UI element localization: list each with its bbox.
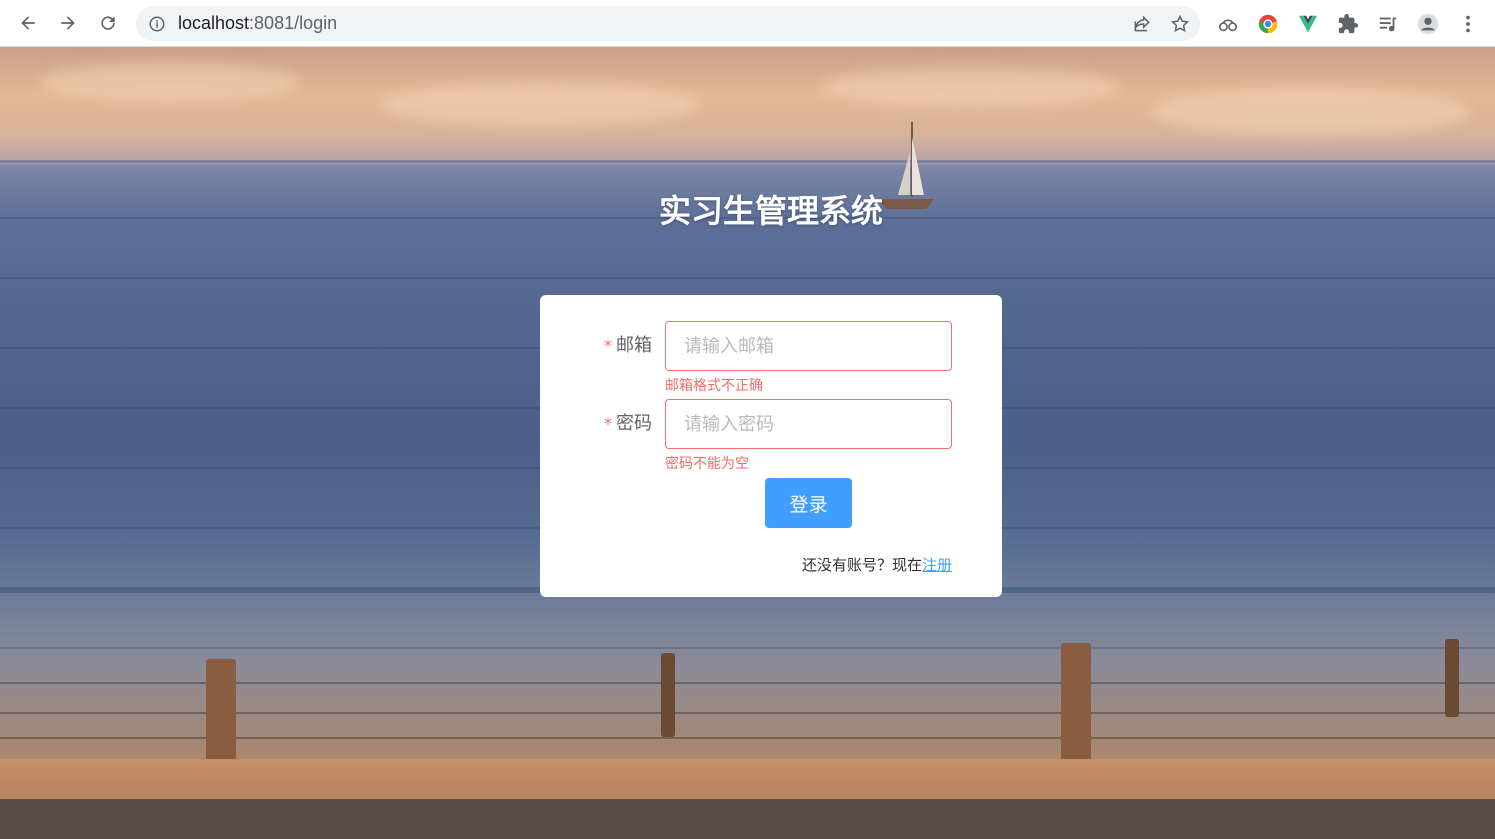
email-label-text: 邮箱 (616, 335, 652, 356)
url-text[interactable]: localhost:8081/login (178, 13, 337, 34)
media-queue-button[interactable] (1370, 6, 1406, 42)
reload-button[interactable] (88, 3, 128, 43)
page-title: 实习生管理系统 (658, 192, 883, 230)
media-queue-icon (1379, 17, 1397, 32)
forward-icon (61, 16, 75, 30)
browser-toolbar: localhost:8081/login (0, 0, 1495, 47)
password-label-text: 密码 (616, 413, 652, 434)
email-label: * 邮箱 (580, 321, 652, 371)
forward-button[interactable] (48, 3, 88, 43)
extensions-button[interactable] (1330, 6, 1366, 42)
cloud (380, 82, 700, 127)
chrome-color-icon (1258, 14, 1278, 34)
fence-post (1445, 639, 1459, 717)
cloud (1150, 87, 1470, 137)
register-prompt-text: 还没有账号？现在 (801, 556, 922, 574)
extension-cloud-button[interactable] (1210, 6, 1246, 42)
profile-button[interactable] (1410, 6, 1446, 42)
info-icon[interactable] (148, 15, 166, 33)
address-bar[interactable]: localhost:8081/login (136, 6, 1200, 41)
wave (0, 647, 1495, 649)
back-button[interactable] (8, 3, 48, 43)
email-error: 邮箱格式不正确 (665, 378, 763, 394)
cloud (820, 67, 1120, 107)
menu-icon (1466, 15, 1470, 33)
password-input[interactable] (665, 399, 952, 449)
road (0, 799, 1495, 839)
wave (0, 277, 1495, 279)
url-path: :8081/login (249, 13, 338, 33)
share-icon[interactable] (1132, 14, 1152, 34)
vue-devtools-button[interactable] (1290, 6, 1326, 42)
browser-menu-button[interactable] (1450, 6, 1486, 42)
password-error: 密码不能为空 (665, 456, 749, 472)
reload-icon (101, 16, 115, 30)
chrome-color-button[interactable] (1250, 6, 1286, 42)
back-icon (21, 16, 35, 30)
email-input[interactable] (665, 321, 952, 371)
bookmark-star-icon[interactable] (1170, 14, 1190, 34)
url-host: localhost (178, 13, 250, 33)
register-link[interactable]: 注册 (922, 556, 952, 574)
extension-cloud-icon (1218, 19, 1238, 32)
password-label: * 密码 (580, 399, 652, 449)
register-prompt: 还没有账号？现在注册 (802, 554, 952, 575)
profile-icon (1417, 13, 1439, 35)
login-button[interactable]: 登录 (765, 478, 852, 528)
fence-post (661, 653, 675, 737)
horizon (0, 160, 1495, 163)
cloud (40, 62, 300, 102)
required-mark: * (604, 414, 612, 433)
vue-devtools-icon (1298, 15, 1318, 33)
puzzle-icon (1338, 13, 1359, 34)
required-mark: * (604, 336, 612, 355)
login-card: *邮箱 邮箱格式不正确 *密码 密码不能为空 登录 还没有账号？现在注册 (540, 295, 1002, 597)
